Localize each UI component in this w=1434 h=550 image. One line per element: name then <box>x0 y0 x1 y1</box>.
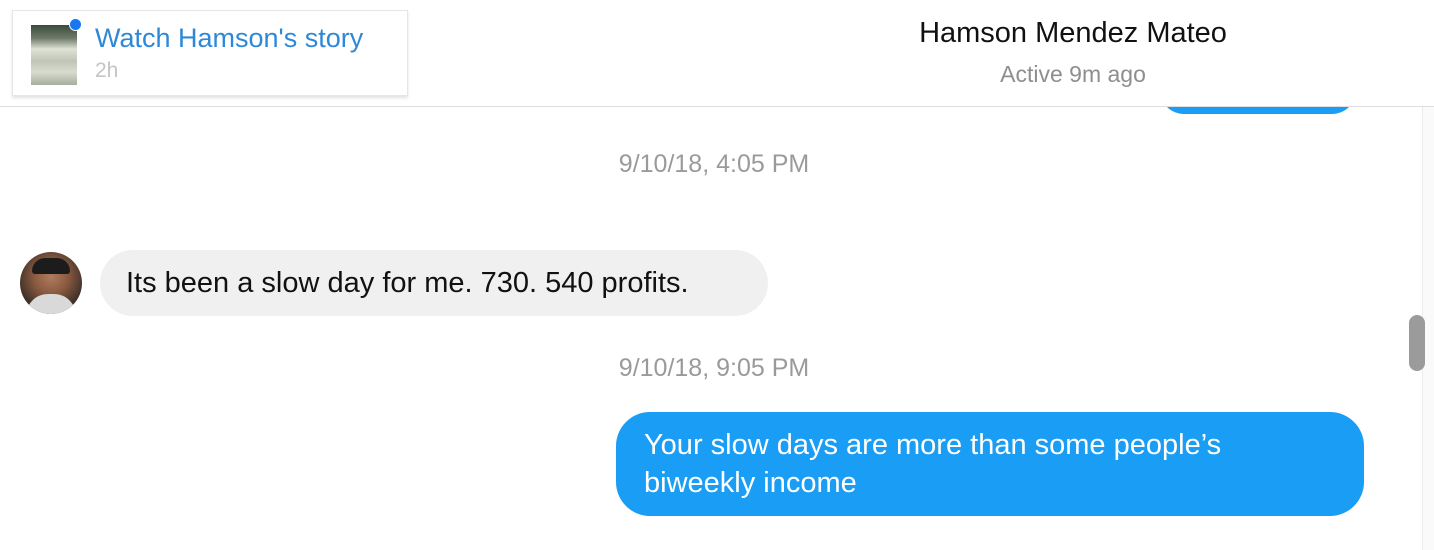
avatar-shirt-shape <box>26 294 76 314</box>
outgoing-message-bubble[interactable]: Your slow days are more than some people… <box>616 412 1364 516</box>
contact-name[interactable]: Hamson Mendez Mateo <box>919 17 1227 50</box>
conversation-header: Watch Hamson's story 2h Hamson Mendez Ma… <box>0 0 1434 107</box>
previous-outgoing-bubble[interactable] <box>1160 106 1356 114</box>
avatar-cap-shape <box>32 258 70 274</box>
story-card[interactable]: Watch Hamson's story 2h <box>12 10 408 96</box>
messenger-window: Watch Hamson's story 2h Hamson Mendez Ma… <box>0 0 1434 550</box>
message-timestamp: 9/10/18, 4:05 PM <box>618 150 810 178</box>
scrollbar-thumb[interactable] <box>1409 315 1425 371</box>
message-timestamp: 9/10/18, 9:05 PM <box>618 354 810 382</box>
contact-avatar-icon[interactable] <box>20 252 82 314</box>
watch-story-link[interactable]: Watch Hamson's story <box>95 23 363 54</box>
incoming-message-bubble[interactable]: Its been a slow day for me. 730. 540 pro… <box>100 250 768 316</box>
unread-story-dot-icon <box>69 18 82 31</box>
contact-status: Active 9m ago <box>1000 61 1146 87</box>
story-thumbnail-icon[interactable] <box>31 25 77 85</box>
message-list[interactable]: 9/10/18, 4:05 PM Its been a slow day for… <box>0 106 1422 550</box>
story-time: 2h <box>95 59 119 82</box>
